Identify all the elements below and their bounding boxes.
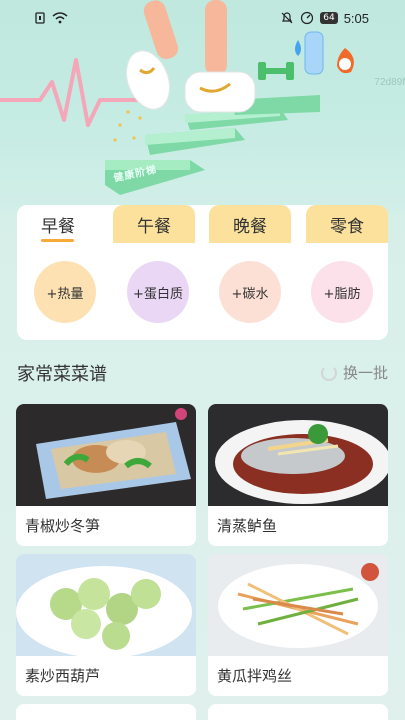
- recipe-name: 青椒炒冬笋: [25, 517, 101, 535]
- tab-label: 晚餐: [233, 216, 267, 237]
- refresh-icon: [320, 364, 337, 381]
- recipe-card[interactable]: 清蒸鲈鱼: [208, 404, 388, 546]
- steamed-fish-dish-icon: [208, 404, 388, 506]
- tab-lunch[interactable]: 午餐: [113, 205, 195, 243]
- meal-tabs: 早餐 午餐 晚餐 零食: [17, 205, 388, 243]
- section-title: 家常菜菜谱: [17, 364, 107, 385]
- speedometer-icon: [301, 11, 314, 25]
- nutrient-label: +热量: [46, 286, 84, 302]
- refresh-button[interactable]: 换一批: [320, 362, 388, 383]
- status-right: 64 5:05: [280, 11, 369, 26]
- tab-label: 零食: [330, 216, 364, 237]
- nutrient-label: +碳水: [231, 286, 269, 302]
- add-calories-button[interactable]: +热量: [34, 261, 96, 323]
- tab-label: 午餐: [137, 216, 171, 237]
- nutrient-buttons: +热量 +蛋白质 +碳水 +脂肪: [17, 261, 388, 323]
- recipe-name: 素炒西葫芦: [25, 667, 101, 685]
- tab-dinner[interactable]: 晚餐: [209, 205, 291, 243]
- hero-code: 72d89f: [374, 77, 405, 88]
- add-carbs-button[interactable]: +碳水: [219, 261, 281, 323]
- sim-icon: [35, 12, 45, 24]
- recipe-card-peek[interactable]: [208, 704, 388, 720]
- zucchini-dish-icon: [16, 554, 196, 656]
- recipe-name: 清蒸鲈鱼: [217, 517, 278, 535]
- recipe-card[interactable]: 青椒炒冬笋: [16, 404, 196, 546]
- recipe-card-peek[interactable]: [16, 704, 196, 720]
- tab-breakfast[interactable]: 早餐: [17, 205, 99, 243]
- battery-indicator: 64: [320, 12, 338, 24]
- chicken-cucumber-dish-icon: [208, 554, 388, 656]
- active-tab-indicator: [41, 239, 74, 242]
- recipe-card[interactable]: 黄瓜拌鸡丝: [208, 554, 388, 696]
- wifi-icon: [52, 12, 68, 24]
- nutrient-label: +脂肪: [323, 286, 361, 302]
- status-left: [34, 12, 68, 24]
- recipe-name: 黄瓜拌鸡丝: [217, 667, 293, 685]
- refresh-label: 换一批: [342, 364, 388, 382]
- add-fat-button[interactable]: +脂肪: [311, 261, 373, 323]
- status-bar: 64 5:05: [0, 0, 405, 36]
- mute-bell-icon: [281, 12, 293, 24]
- meal-card: 早餐 午餐 晚餐 零食 +热量 +蛋白质 +碳水 +脂肪: [17, 205, 388, 340]
- tab-label: 早餐: [41, 216, 75, 237]
- add-protein-button[interactable]: +蛋白质: [127, 261, 189, 323]
- clock: 5:05: [343, 10, 369, 26]
- tab-snack[interactable]: 零食: [306, 205, 388, 243]
- recipe-card[interactable]: 素炒西葫芦: [16, 554, 196, 696]
- nutrient-label: +蛋白质: [133, 286, 183, 302]
- green-pepper-bamboo-shoots-dish-icon: [16, 404, 196, 506]
- hero-banner[interactable]: 64 5:05 72d89f 健康阶梯: [0, 0, 405, 215]
